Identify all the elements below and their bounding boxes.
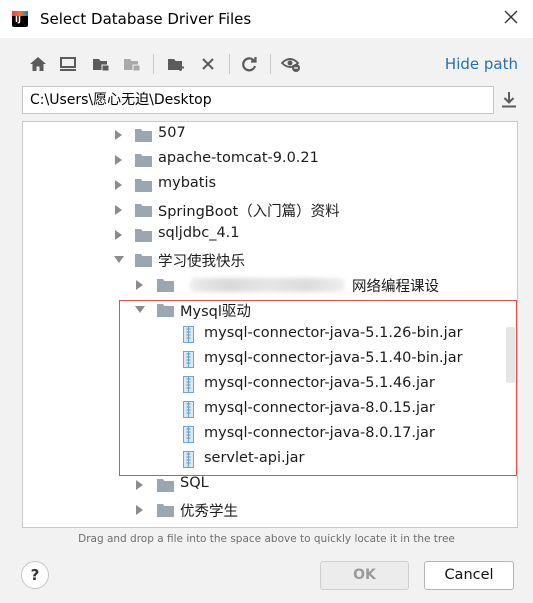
delete-button[interactable] — [196, 52, 220, 76]
tree-item-folder[interactable]: 优秀学生 — [23, 497, 503, 522]
chevron-right-icon[interactable] — [135, 505, 145, 515]
folder-icon — [157, 479, 174, 492]
refresh-button[interactable] — [237, 52, 261, 76]
refresh-icon — [242, 57, 257, 72]
chevron-right-icon[interactable] — [114, 180, 124, 190]
tree-item-label: servlet-api.jar — [204, 450, 305, 466]
show-hidden-icon — [281, 58, 300, 72]
tree-item-label: apache-tomcat-9.0.21 — [158, 150, 319, 166]
show-hidden-button[interactable] — [279, 52, 303, 76]
chevron-right-icon[interactable] — [135, 280, 145, 290]
file-tree[interactable]: 507 apache-tomcat-9.0.21 mybatis SpringBoot… — [22, 121, 518, 528]
tree-item-folder[interactable]: 学习使我快乐 — [23, 247, 503, 272]
jar-file-icon — [183, 451, 194, 468]
tree-item-label: 网络编程课设 — [352, 279, 439, 295]
tree-item-folder[interactable]: apache-tomcat-9.0.21 — [23, 147, 503, 172]
tree-item-folder[interactable]: sqljdbc_4.1 — [23, 222, 503, 247]
tree-item-label: 学习使我快乐 — [158, 254, 245, 270]
title-bar: IJ Select Database Driver Files — [0, 0, 533, 38]
folder-icon — [157, 504, 174, 517]
folder-icon — [135, 204, 152, 217]
tree-item-folder[interactable]: SQL — [23, 472, 503, 497]
tree-item-label: 507 — [158, 125, 186, 141]
tree-item-label: mysql-connector-java-5.1.26-bin.jar — [204, 325, 463, 341]
download-button[interactable] — [498, 88, 520, 112]
chevron-right-icon[interactable] — [114, 155, 124, 165]
tree-item-folder[interactable]: Mysql驱动 — [23, 297, 503, 322]
tree-item-label: mysql-connector-java-5.1.46.jar — [204, 375, 435, 391]
toolbar-separator — [270, 54, 271, 74]
tree-item-jar[interactable]: mysql-connector-java-5.1.40-bin.jar — [23, 347, 503, 372]
folder-icon — [135, 229, 152, 242]
chevron-right-icon[interactable] — [114, 205, 124, 215]
chevron-down-icon[interactable] — [114, 255, 124, 265]
folder-icon — [135, 254, 152, 267]
chevron-right-icon[interactable] — [114, 130, 124, 140]
redacted-text — [190, 278, 345, 292]
jar-file-icon — [183, 351, 194, 368]
delete-icon — [202, 58, 214, 70]
tree-item-folder[interactable]: 网络编程课设 — [23, 272, 503, 297]
chevron-right-icon[interactable] — [114, 230, 124, 240]
jar-file-icon — [183, 401, 194, 418]
tree-item-label: sqljdbc_4.1 — [158, 225, 240, 241]
tree-item-jar[interactable]: mysql-connector-java-5.1.26-bin.jar — [23, 322, 503, 347]
module-folder-button[interactable] — [120, 52, 144, 76]
new-folder-button[interactable] — [164, 52, 188, 76]
tree-item-folder[interactable]: SpringBoot（入门篇）资料 — [23, 197, 503, 222]
module-folder-icon — [124, 59, 141, 72]
tree-item-label: Mysql驱动 — [180, 304, 251, 320]
tree-item-label: mysql-connector-java-8.0.17.jar — [204, 425, 435, 441]
home-button[interactable] — [26, 52, 50, 76]
close-button[interactable] — [497, 6, 525, 32]
project-folder-icon — [93, 59, 110, 72]
tree-item-label: mysql-connector-java-8.0.15.jar — [204, 400, 435, 416]
tree-item-jar[interactable]: servlet-api.jar — [23, 447, 503, 472]
chevron-down-icon[interactable] — [135, 305, 145, 315]
scrollbar[interactable] — [506, 327, 515, 383]
folder-icon — [157, 279, 174, 292]
home-icon — [30, 57, 46, 71]
path-input[interactable]: C:\Users\愿心无迫\Desktop — [22, 86, 494, 114]
new-folder-icon — [168, 59, 184, 71]
tree-item-jar[interactable]: mysql-connector-java-5.1.46.jar — [23, 372, 503, 397]
cancel-button[interactable]: Cancel — [424, 561, 514, 590]
chevron-right-icon[interactable] — [135, 480, 145, 490]
jar-file-icon — [183, 376, 194, 393]
hide-path-link[interactable]: Hide path — [445, 55, 518, 73]
ok-button[interactable]: OK — [320, 561, 409, 590]
close-icon — [504, 10, 518, 24]
tree-item-folder[interactable]: mybatis — [23, 172, 503, 197]
folder-icon — [135, 179, 152, 192]
toolbar — [22, 52, 322, 78]
intellij-app-icon: IJ — [12, 11, 28, 27]
tree-item-jar[interactable]: mysql-connector-java-8.0.15.jar — [23, 397, 503, 422]
desktop-button[interactable] — [56, 52, 80, 76]
folder-icon — [135, 129, 152, 142]
help-button[interactable]: ? — [21, 561, 49, 589]
folder-icon — [157, 304, 174, 317]
tree-item-label: SpringBoot（入门篇）资料 — [158, 204, 340, 220]
folder-icon — [135, 154, 152, 167]
jar-file-icon — [183, 426, 194, 443]
tree-item-label: mysql-connector-java-5.1.40-bin.jar — [204, 350, 463, 366]
tree-item-label: SQL — [180, 475, 209, 491]
toolbar-separator — [229, 54, 230, 74]
jar-file-icon — [183, 326, 194, 343]
tree-item-jar[interactable]: mysql-connector-java-8.0.17.jar — [23, 422, 503, 447]
tree-item-label: 优秀学生 — [180, 504, 238, 520]
tree-item-folder[interactable]: 507 — [23, 122, 503, 147]
window-title: Select Database Driver Files — [40, 10, 252, 28]
desktop-icon — [60, 57, 76, 71]
drag-drop-hint: Drag and drop a file into the space abov… — [78, 533, 455, 545]
project-folder-button[interactable] — [89, 52, 113, 76]
toolbar-separator — [153, 54, 154, 74]
tree-item-label: mybatis — [158, 175, 217, 191]
download-icon — [502, 92, 516, 108]
